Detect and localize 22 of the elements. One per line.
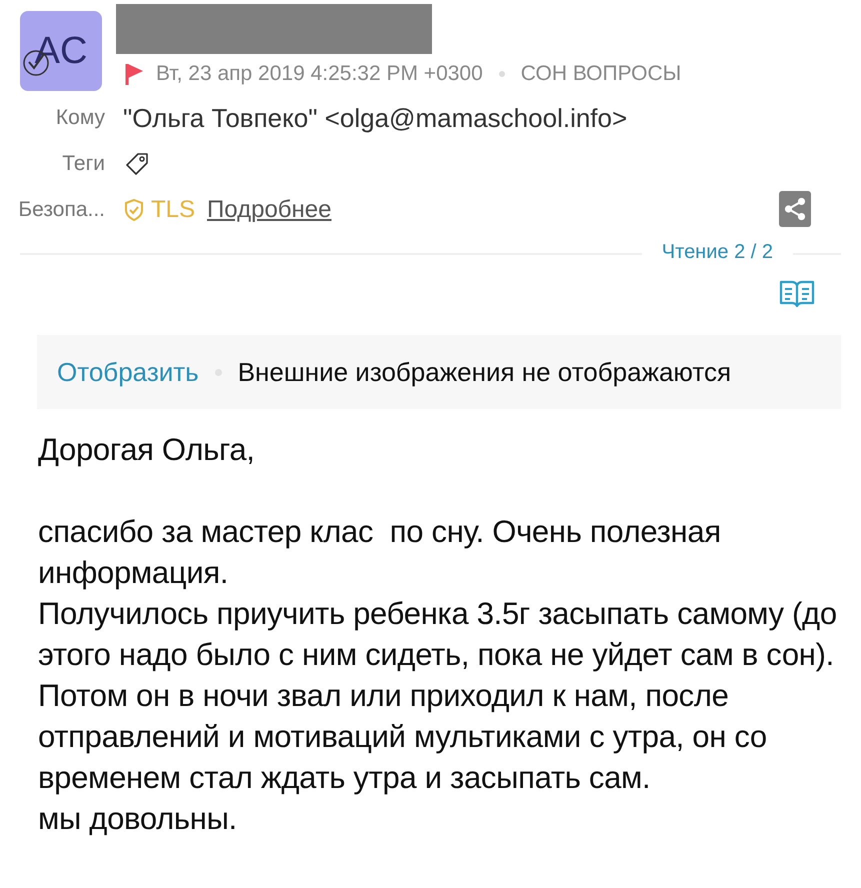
message-paragraph: Дорогая Ольга,: [38, 431, 256, 469]
recipient-text: "Ольга Товпеко" <olga@mamaschool.info>: [123, 102, 628, 134]
field-label: Безопа...: [17, 198, 105, 222]
tls-label: TLS: [151, 196, 196, 224]
flag-icon[interactable]: [124, 62, 144, 86]
book-icon[interactable]: [779, 279, 815, 309]
shield-check-icon: [123, 198, 145, 222]
folder-label[interactable]: СОН ВОПРОСЫ: [520, 62, 682, 86]
notice-text: Внешние изображения не отображаются: [238, 356, 732, 388]
share-icon: [782, 196, 808, 222]
tag-icon[interactable]: [123, 150, 151, 178]
show-images-link[interactable]: Отобразить: [57, 356, 199, 388]
message-paragraph: Получилось приучить ребенка 3.5г засыпать самому (до этого надо было с ним сидеть, пока не уйдет сам в сон). Потом он в ночи звал или приходил к нам, после отправлений и мотиваций мультиками с утра, он со временем стал ждать утра и засыпать сам.: [38, 595, 838, 797]
field-label: Кому: [54, 106, 105, 130]
share-button[interactable]: [779, 191, 811, 227]
message-paragraph: спасибо за мастер клас по сну. Очень полезная информация.: [38, 513, 722, 592]
field-label: Теги: [61, 152, 105, 176]
details-link[interactable]: Подробнее: [207, 196, 332, 224]
message-paragraph: мы довольны.: [38, 800, 238, 838]
date-text: Вт, 23 апр 2019 4:25:32 PM +0300: [156, 62, 483, 86]
separator-dot: [498, 71, 505, 77]
avatar[interactable]: AC: [20, 11, 102, 91]
